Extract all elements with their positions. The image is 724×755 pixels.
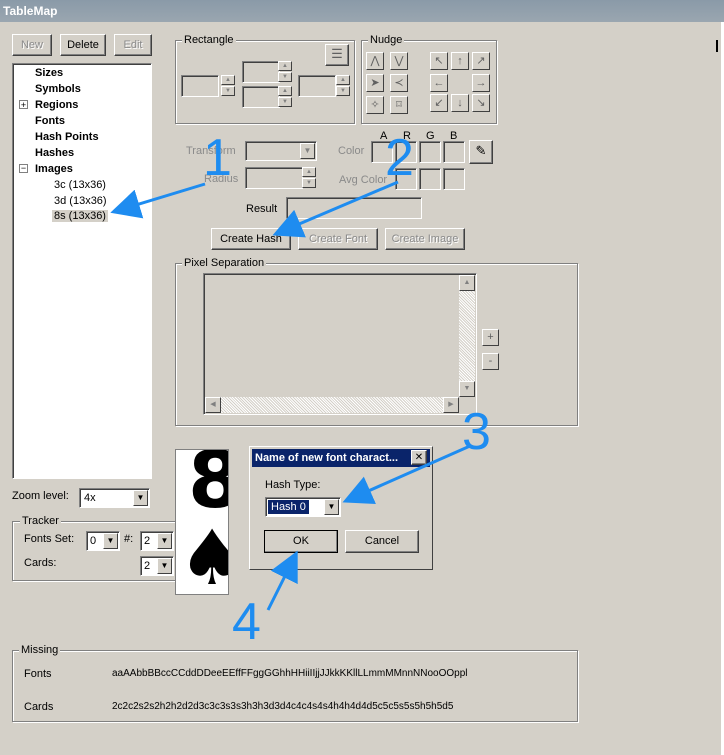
annotation-arrows: [110, 180, 471, 611]
arrow-1: [110, 182, 206, 219]
annotation-3: 3: [462, 403, 491, 461]
arrow-4: [266, 550, 298, 611]
annotation-1: 1: [203, 129, 232, 187]
arrow-2: [272, 180, 399, 238]
arrow-3: [342, 444, 471, 505]
annotation-2: 2: [385, 129, 414, 187]
annotation-4: 4: [232, 593, 261, 651]
